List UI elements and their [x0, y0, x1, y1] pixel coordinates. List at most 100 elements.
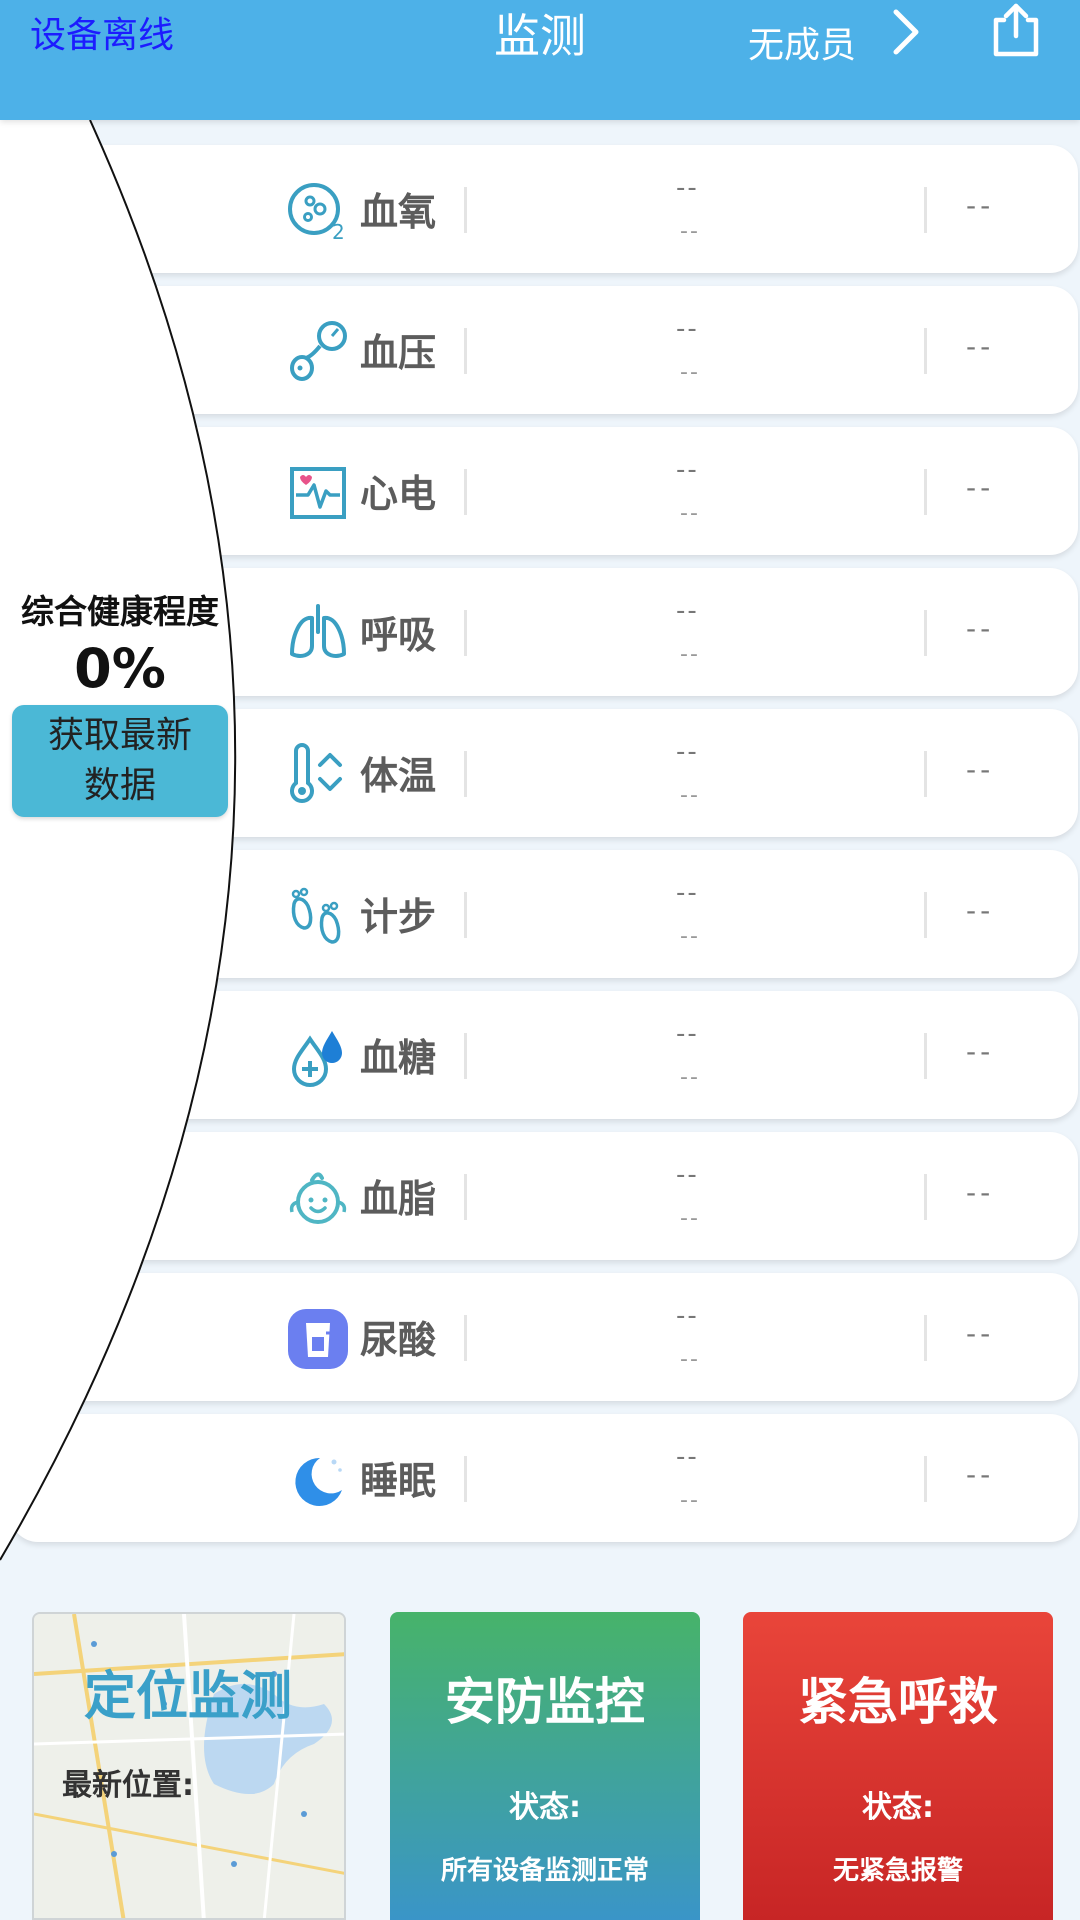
metric-value-status: -- — [966, 189, 995, 222]
refresh-data-button[interactable]: 获取最新 数据 — [12, 705, 228, 817]
metric-value-primary: -- — [676, 1301, 699, 1331]
divider — [464, 892, 467, 938]
metric-value-secondary: -- — [680, 783, 700, 808]
latest-location-label: 最新位置: — [62, 1768, 194, 1803]
refresh-label-line1: 获取最新 — [47, 715, 192, 756]
security-card[interactable]: 安防监控 状态: 所有设备监测正常 — [390, 1612, 700, 1920]
divider — [464, 469, 467, 515]
emergency-card-title: 紧急呼救 — [798, 1673, 998, 1731]
emergency-card[interactable]: 紧急呼救 状态: 无紧急报警 — [743, 1612, 1053, 1920]
metric-value-status: -- — [966, 330, 995, 363]
divider — [464, 751, 467, 797]
metric-value-status: -- — [966, 1035, 995, 1068]
divider — [924, 1033, 927, 1079]
share-icon[interactable] — [986, 0, 1046, 60]
metric-value-secondary: -- — [680, 1488, 700, 1513]
location-card[interactable]: 定位监测 最新位置: — [32, 1612, 346, 1920]
metric-value-status: -- — [966, 753, 995, 786]
footprints-icon — [291, 887, 341, 944]
metric-label: 睡眠 — [360, 1459, 437, 1503]
metric-value-primary: -- — [676, 314, 699, 344]
metric-row-ecg[interactable]: 心电 -- -- -- — [10, 427, 1078, 555]
metric-label: 血脂 — [360, 1177, 437, 1221]
metric-value-secondary: -- — [680, 1206, 700, 1231]
metric-label: 血氧 — [360, 190, 437, 234]
svg-text:2: 2 — [332, 220, 345, 243]
emergency-status-text: 无紧急报警 — [832, 1856, 963, 1886]
security-status-text: 所有设备监测正常 — [440, 1856, 649, 1886]
metric-value-primary: -- — [676, 1019, 699, 1049]
health-title: 综合健康程度 — [21, 592, 219, 631]
divider — [924, 751, 927, 797]
location-card-title: 定位监测 — [84, 1667, 293, 1727]
metric-row-blood-lipid[interactable]: 血脂 -- -- -- — [10, 1132, 1078, 1260]
metric-row-sleep[interactable]: 睡眠 -- -- -- — [10, 1414, 1078, 1542]
metric-value-status: -- — [966, 1176, 995, 1209]
divider — [924, 328, 927, 374]
blood-lipid-icon — [289, 1172, 347, 1224]
divider — [464, 1315, 467, 1361]
divider — [464, 328, 467, 374]
member-selector[interactable]: 无成员 — [748, 16, 856, 68]
blood-pressure-icon — [290, 321, 347, 381]
metric-value-primary: -- — [676, 596, 699, 626]
chevron-right-icon[interactable] — [884, 4, 928, 60]
divider — [464, 1174, 467, 1220]
blood-sugar-icon — [291, 1031, 342, 1087]
divider — [924, 610, 927, 656]
metric-row-steps[interactable]: 计步 -- -- -- — [10, 850, 1078, 978]
metric-label: 计步 — [360, 895, 437, 939]
metric-value-primary: -- — [676, 878, 699, 908]
divider — [464, 187, 467, 233]
metric-row-uric-acid[interactable]: 尿酸 -- -- -- — [10, 1273, 1078, 1401]
lungs-icon — [290, 604, 346, 658]
metric-value-secondary: -- — [680, 1065, 700, 1090]
security-card-title: 安防监控 — [445, 1673, 645, 1731]
metric-row-blood-sugar[interactable]: 血糖 -- -- -- — [10, 991, 1078, 1119]
sleep-moon-icon — [295, 1457, 342, 1506]
refresh-label-line2: 数据 — [83, 765, 156, 806]
metric-value-primary: -- — [676, 455, 699, 485]
security-status-label: 状态: — [509, 1790, 581, 1825]
emergency-status-label: 状态: — [862, 1790, 934, 1825]
divider — [464, 1033, 467, 1079]
divider — [924, 469, 927, 515]
metric-label: 血压 — [360, 331, 437, 375]
metric-label: 尿酸 — [360, 1318, 437, 1362]
metric-label: 心电 — [360, 472, 437, 516]
divider — [924, 187, 927, 233]
divider — [924, 1315, 927, 1361]
metric-value-secondary: -- — [680, 924, 700, 949]
metric-row-blood-oxygen[interactable]: 2 血氧 -- -- -- — [10, 145, 1078, 273]
metric-value-primary: -- — [676, 1160, 699, 1190]
divider — [464, 1456, 467, 1502]
header-bar: 设备离线 监测 无成员 — [0, 0, 1080, 120]
metric-value-secondary: -- — [680, 219, 700, 244]
health-panel: 综合健康程度 0% 获取最新 数据 — [0, 585, 240, 817]
metric-value-status: -- — [966, 1317, 995, 1350]
metric-value-secondary: -- — [680, 642, 700, 667]
health-score: 0% — [74, 637, 166, 700]
metric-value-status: -- — [966, 1458, 995, 1491]
metric-label: 呼吸 — [360, 613, 437, 657]
metric-value-primary: -- — [676, 1442, 699, 1472]
metric-value-secondary: -- — [680, 1347, 700, 1372]
metric-value-secondary: -- — [680, 501, 700, 526]
metric-value-status: -- — [966, 612, 995, 645]
ecg-icon — [290, 467, 346, 519]
divider — [924, 1174, 927, 1220]
uric-acid-icon — [288, 1309, 348, 1369]
thermometer-icon — [290, 743, 342, 803]
metric-value-secondary: -- — [680, 360, 700, 385]
divider — [924, 1456, 927, 1502]
metric-value-primary: -- — [676, 173, 699, 203]
divider — [924, 892, 927, 938]
divider — [464, 610, 467, 656]
metric-value-status: -- — [966, 894, 995, 927]
blood-oxygen-icon: 2 — [288, 183, 345, 243]
metric-value-primary: -- — [676, 737, 699, 767]
metric-label: 体温 — [360, 754, 437, 798]
metric-label: 血糖 — [360, 1036, 437, 1080]
metric-value-status: -- — [966, 471, 995, 504]
metric-row-blood-pressure[interactable]: 血压 -- -- -- — [10, 286, 1078, 414]
